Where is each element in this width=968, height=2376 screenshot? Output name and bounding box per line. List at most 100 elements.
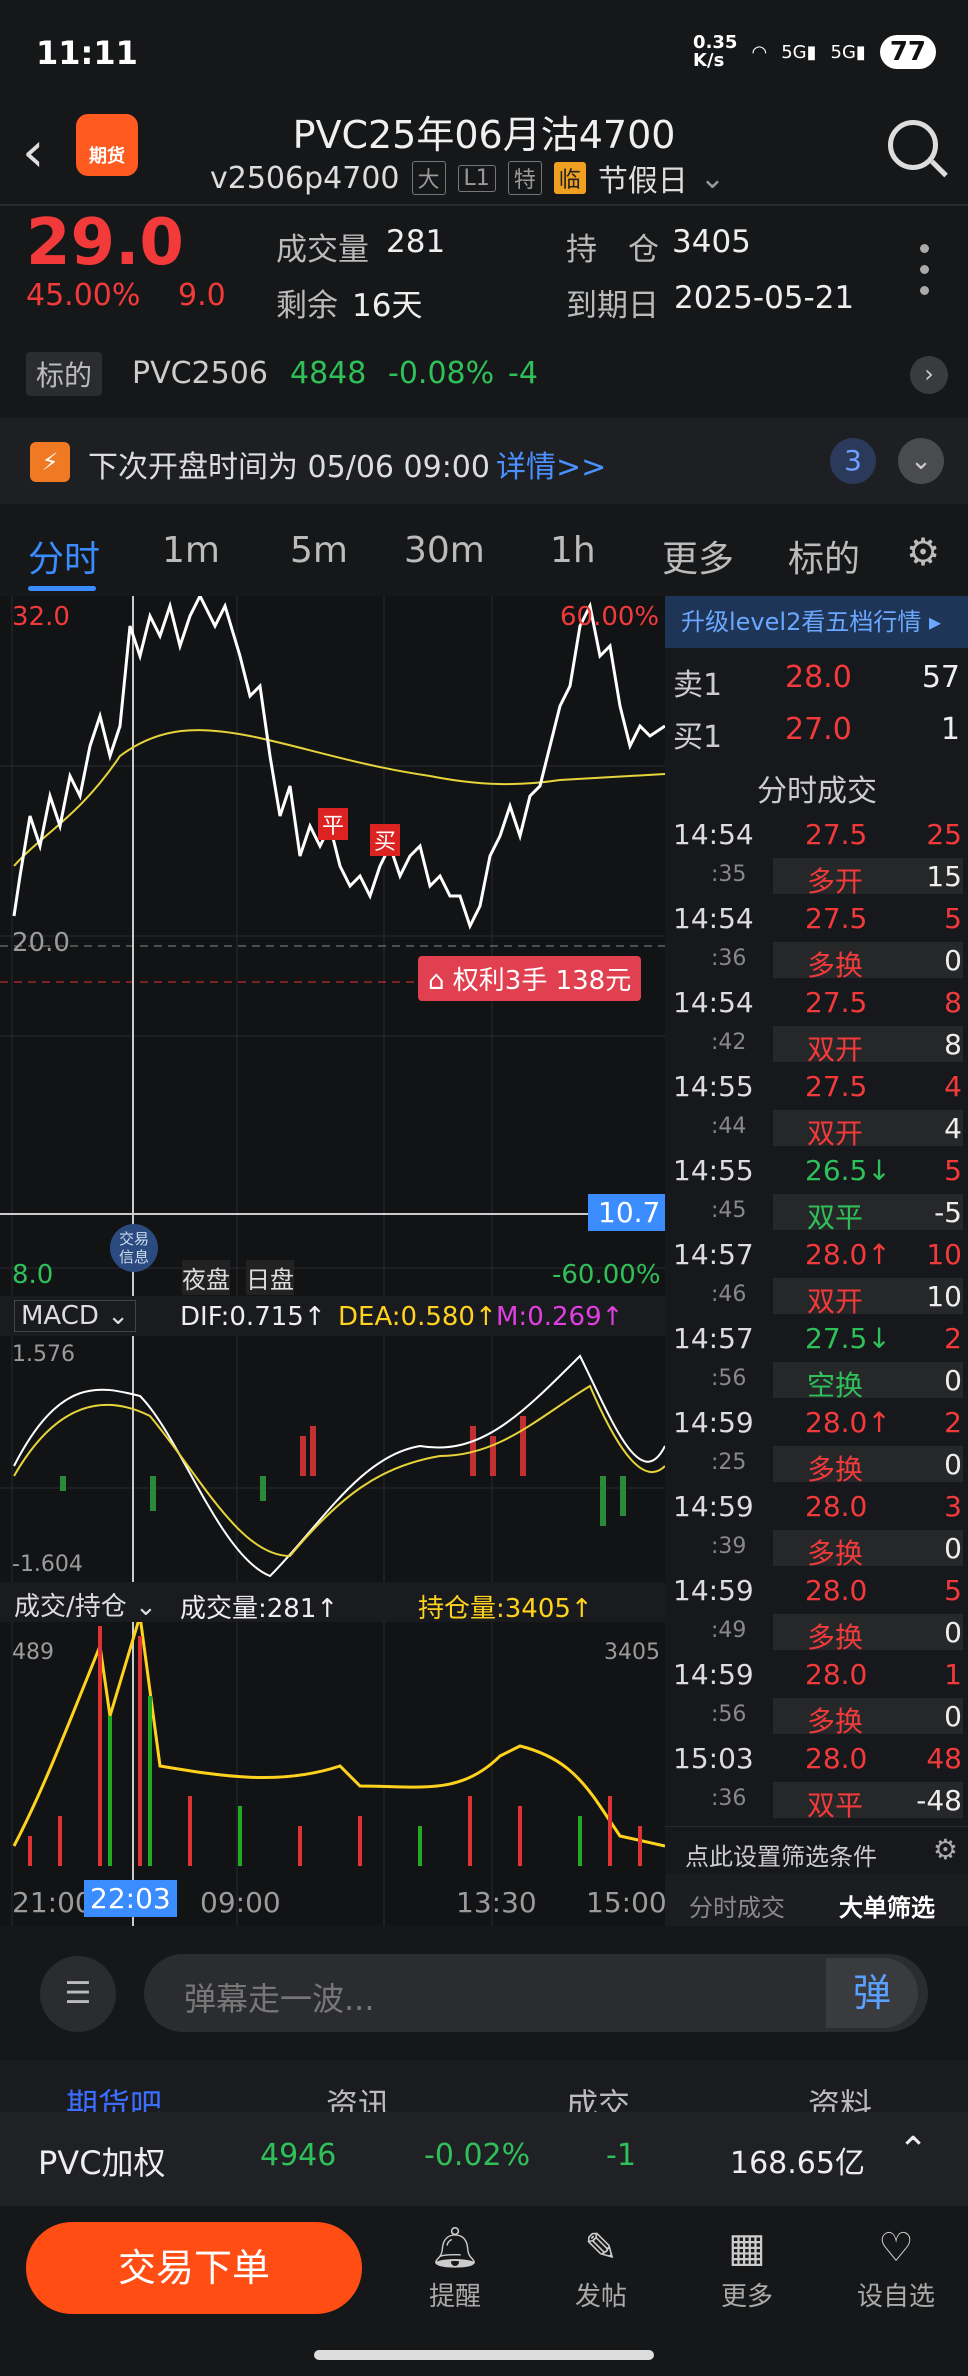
panel-tabs: 分时成交 大单筛选 [665,1874,968,1926]
index-row[interactable]: PVC加权 4946 -0.02% -1 168.65亿 ⌃ [0,2112,968,2206]
trade-button[interactable]: 交易下单 [26,2222,362,2314]
dea-line [13,1384,665,1558]
tick-volume: 8 [944,986,962,1019]
last-price: 29.0 [26,206,184,280]
tab-30m[interactable]: 30m [404,530,485,571]
filter-row[interactable]: 点此设置筛选条件 ⚙ [665,1826,968,1874]
level2-banner[interactable]: 升级level2看五档行情 ▸ [665,596,968,648]
notice-bar[interactable]: ⚡ 下次开盘时间为 05/06 09:00 详情>> 3 ⌄ [0,418,968,504]
notice-link[interactable]: 详情>> [496,442,606,486]
tick-delta: -5 [934,1196,962,1229]
tick-time: 14:57 [673,1322,754,1355]
tick-row: 14:54 27.5 25:35 多开 15 [665,816,968,900]
status-time: 11:11 [36,34,138,72]
danmu-send-button[interactable]: 弹 [826,1958,918,2028]
more-icon[interactable] [920,244,930,307]
tag-l1: L1 [457,164,496,192]
macd-select[interactable]: MACD ⌄ [14,1300,136,1332]
tick-volume: 48 [926,1742,962,1775]
intraday-chart[interactable]: 32.0 60.00% 20.0 平 买 ⌂ 权利3手 138元 10.7 交易… [0,596,671,1926]
tick-seconds: :35 [711,862,747,887]
tick-volume: 2 [944,1406,962,1439]
volume-max: 489 [12,1640,54,1665]
chevron-right-icon[interactable]: › [910,356,948,394]
time-label-5: 15:00 [586,1886,667,1919]
search-icon[interactable] [888,120,938,170]
session-night[interactable]: 夜盘 [182,1260,230,1295]
tick-volume: 5 [944,902,962,935]
volume-label: 成交量 [276,232,369,268]
trade-info-button[interactable]: 交易 信息 [110,1224,158,1272]
tick-price: 28.0↑ [805,1406,891,1439]
danmu-toggle-icon[interactable]: ☰ [40,1956,116,2032]
tab-underlying[interactable]: 标的 [788,530,860,582]
underlying-row[interactable]: 标的 PVC2506 4848 -0.08% -4 › [0,346,968,406]
tick-type: 多换 [807,1453,864,1486]
tick-type-bg [773,1026,963,1062]
tick-delta: 0 [944,1616,962,1649]
tab-5m[interactable]: 5m [290,530,348,571]
nav-watchlist[interactable]: ♡ 设自选 [846,2220,946,2313]
tick-type: 双开 [807,1033,864,1066]
session-day[interactable]: 日盘 [246,1260,294,1295]
gear-icon[interactable]: ⚙ [906,530,940,574]
tab-intraday[interactable]: 分时 [28,530,100,582]
bell-icon: 🔔︎ [429,2225,481,2271]
tick-time: 14:59 [673,1658,754,1691]
title-bar: ‹ 期货 PVC25年06月沽4700 v2506p4700 大 L1 特 临 … [0,100,968,210]
bid-label: 买1 [673,720,723,755]
underlying-chg: -4 [508,356,538,391]
tick-row: 14:54 27.5 8:42 双开 8 [665,984,968,1068]
tick-type: 多换 [807,1705,864,1738]
tick-type: 多开 [807,865,864,898]
tick-price: 28.0 [805,1658,868,1691]
nav-post[interactable]: ✎ 发帖 [551,2220,651,2313]
contract-subtitle[interactable]: v2506p4700 大 L1 特 临 节假日 ⌄ [210,156,725,200]
sub-tabs: 期货吧 资讯 成交 资料 [0,2060,968,2124]
chevron-down-icon[interactable]: ⌄ [898,438,944,484]
net-speed: 0.35 K/s [693,32,738,71]
gear-icon[interactable]: ⚙ [933,1833,958,1866]
volume-text: 成交量:281↑ [180,1594,339,1624]
tick-row: 14:54 27.5 5:36 多换 0 [665,900,968,984]
tick-time: 14:59 [673,1406,754,1439]
tick-type-bg [773,1530,963,1566]
danmu-input[interactable]: 弹幕走一波... 弹 [144,1954,928,2032]
tab-more[interactable]: 更多 [662,530,734,582]
index-pct: -0.02% [424,2138,531,2173]
tag-te: 特 [507,161,542,195]
tick-price: 28.0 [805,1490,868,1523]
index-price: 4946 [260,2138,337,2173]
dif-line [13,1354,665,1578]
edit-icon: ✎ [584,2225,618,2271]
chevron-up-icon[interactable]: ⌃ [898,2130,928,2171]
tab-ticks[interactable]: 分时成交 [689,1888,785,1923]
tab-1h[interactable]: 1h [550,530,596,571]
time-label-4: 13:30 [456,1886,537,1919]
tick-seconds: :44 [711,1114,747,1139]
oi-value: 3405 [672,224,751,260]
status-bar: 11:11 0.35 K/s ◠ 5G▮ 5G▮ 77 [0,0,968,100]
tick-volume: 2 [944,1322,962,1355]
heart-icon: ♡ [878,2225,914,2271]
filter-text: 点此设置筛选条件 [685,1843,877,1871]
index-name: PVC加权 [38,2144,166,2182]
tick-delta: 4 [944,1112,962,1145]
tick-row: 14:55 27.5 4:44 双开 4 [665,1068,968,1152]
tick-volume: 10 [926,1238,962,1271]
status-icons: 0.35 K/s ◠ 5G▮ 5G▮ 77 [693,34,936,70]
tick-price: 28.0 [805,1574,868,1607]
time-label-1: 21:00 [12,1886,93,1919]
tab-1m[interactable]: 1m [162,530,220,571]
tick-delta: 0 [944,1364,962,1397]
nav-more[interactable]: ▦ 更多 [697,2220,797,2313]
nav-alert[interactable]: 🔔︎ 提醒 [405,2220,505,2313]
tick-delta: 0 [944,1448,962,1481]
volume-select[interactable]: 成交/持仓 ⌄ [14,1586,157,1623]
macd-max: 1.576 [12,1342,75,1367]
tab-bigorder[interactable]: 大单筛选 [839,1888,935,1923]
price-line [12,596,665,930]
price-change-pct: 45.00% [26,278,141,313]
position-badge[interactable]: ⌂ 权利3手 138元 [418,956,642,1001]
macd-min: -1.604 [12,1552,83,1577]
